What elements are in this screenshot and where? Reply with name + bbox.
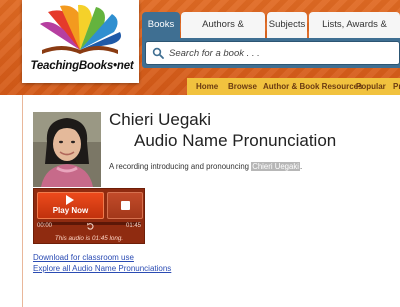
tab-books[interactable]: Books	[142, 12, 180, 40]
nav-author-book-resources[interactable]: Author & Book Resources	[263, 78, 363, 95]
download-link[interactable]: Download for classroom use	[33, 253, 134, 262]
author-photo	[33, 112, 101, 187]
audio-length: This audio is 01:45 long.	[54, 235, 124, 242]
author-portrait-icon	[33, 112, 101, 187]
nav-popular[interactable]: Popular	[356, 78, 386, 95]
author-name: Chieri Uegaki	[109, 110, 212, 129]
main-nav: Home Browse Author & Book Resources Popu…	[187, 78, 400, 95]
description-end: .	[300, 162, 303, 171]
logo-text: TeachingBooks•net	[30, 60, 134, 72]
loop-icon[interactable]	[86, 222, 95, 231]
play-button[interactable]: Play Now	[37, 192, 104, 219]
stop-icon	[121, 201, 130, 210]
nav-more[interactable]: Pr	[393, 78, 400, 95]
description-highlight: Chieri Uegaki	[251, 162, 300, 171]
play-icon	[66, 195, 74, 205]
audio-player: Play Now 00:00 01:45 This audio is 01:45…	[33, 188, 145, 244]
tab-subjects-label: Subjects	[268, 19, 306, 30]
site-logo[interactable]: TeachingBooks•net	[22, 0, 139, 83]
search-box[interactable]	[145, 41, 400, 65]
tab-subjects[interactable]: Subjects	[267, 12, 307, 38]
stop-button[interactable]	[107, 192, 143, 219]
content-border	[22, 95, 23, 307]
total-time: 01:45	[125, 223, 141, 229]
nav-browse[interactable]: Browse	[228, 78, 257, 95]
tab-authors-illustrators[interactable]: Authors & Illustrators	[181, 12, 265, 56]
description-text: A recording introducing and pronouncing	[109, 162, 252, 171]
search-input[interactable]	[169, 42, 389, 64]
explore-pronunciations-link[interactable]: Explore all Audio Name Pronunciations	[33, 264, 171, 273]
page-title: Audio Name Pronunciation	[134, 131, 337, 150]
search-icon[interactable]	[152, 47, 164, 59]
tab-lists-awards-series[interactable]: Lists, Awards & Series	[309, 12, 400, 56]
recording-description: A recording introducing and pronouncing …	[109, 162, 302, 171]
tab-books-label: Books	[147, 19, 175, 30]
nav-home[interactable]: Home	[196, 78, 218, 95]
current-time: 00:00	[37, 223, 53, 229]
books-logo-icon	[40, 4, 121, 54]
play-label: Play Now	[52, 206, 89, 215]
